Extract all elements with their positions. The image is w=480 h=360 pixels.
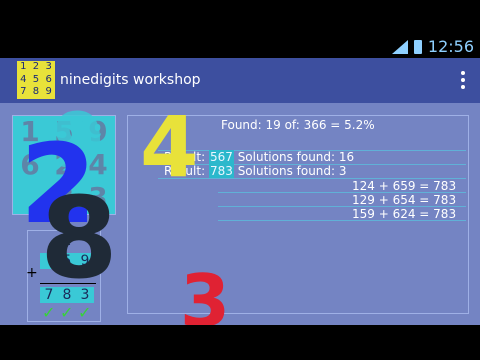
equation-row[interactable]: 129 + 654 = 783: [352, 193, 456, 207]
battery-icon: [414, 40, 422, 54]
check-icon: ✓: [78, 303, 92, 322]
plus-sign: +: [26, 265, 38, 281]
check-icon: ✓: [42, 303, 56, 322]
main-area: 1 5 9 6 2 4 8 3 2 5 9 + 7 8 3 ✓ ✓ ✓ Foun…: [0, 103, 480, 325]
floating-digit: 3: [180, 259, 231, 325]
app-title: ninedigits workshop: [60, 72, 201, 88]
equation-row[interactable]: 124 + 659 = 783: [352, 179, 456, 193]
navigation-bar: [0, 325, 480, 360]
app-logo: 123 456 789: [17, 61, 55, 99]
status-bar: 12:56: [0, 36, 480, 58]
equation-row[interactable]: 159 + 624 = 783: [352, 207, 456, 221]
floating-digit: 8: [40, 174, 118, 304]
floating-digit: 4: [140, 103, 199, 196]
signal-icon: [392, 40, 408, 54]
found-summary: Found: 19 of: 366 = 5.2%: [221, 118, 375, 132]
check-icon: ✓: [60, 303, 74, 322]
app-bar: 123 456 789 ninedigits workshop: [0, 58, 480, 103]
status-time: 12:56: [427, 37, 474, 56]
overflow-menu-icon[interactable]: [460, 71, 466, 89]
